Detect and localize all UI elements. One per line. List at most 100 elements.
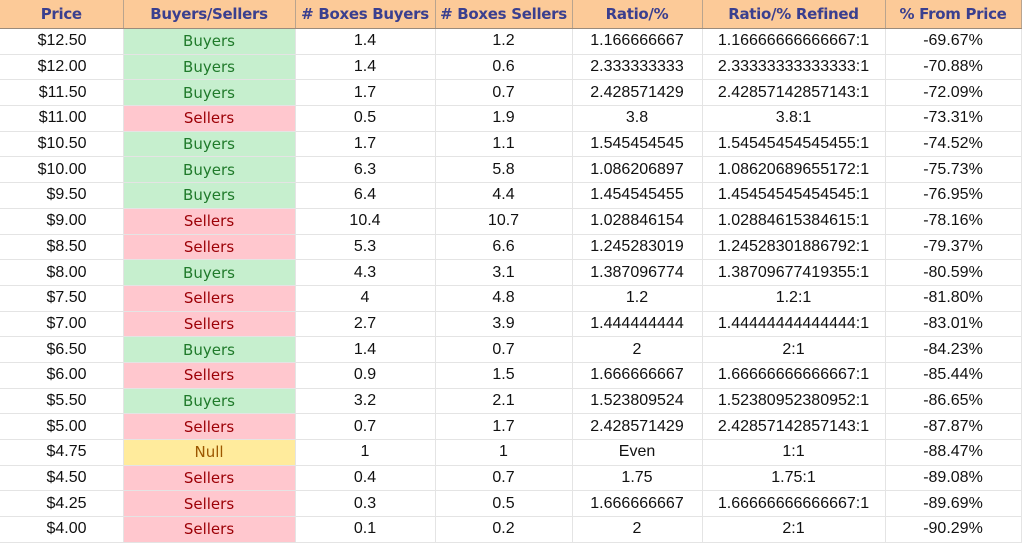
ratio-cell[interactable]: 2 [572, 336, 703, 363]
ratio-refined-cell[interactable]: 1.54545454545455:1 [702, 131, 886, 158]
ratio-refined-cell[interactable]: 1.08620689655172:1 [702, 156, 886, 184]
boxes-sellers-cell[interactable]: 1.2 [435, 28, 573, 55]
from-price-cell[interactable]: -89.08% [885, 465, 1022, 492]
boxes-sellers-cell[interactable]: 0.5 [435, 490, 573, 518]
boxes-sellers-cell[interactable]: 0.2 [435, 516, 573, 543]
from-price-cell[interactable]: -80.59% [885, 259, 1022, 286]
boxes-sellers-cell[interactable]: 2.1 [435, 388, 573, 415]
ratio-cell[interactable]: Even [572, 439, 703, 466]
price-cell[interactable]: $12.00 [0, 54, 124, 81]
from-price-cell[interactable]: -86.65% [885, 388, 1022, 415]
buyers-sellers-cell[interactable]: Sellers [123, 285, 296, 312]
from-price-cell[interactable]: -84.23% [885, 336, 1022, 363]
ratio-cell[interactable]: 2.333333333 [572, 54, 703, 81]
ratio-cell[interactable]: 1.086206897 [572, 156, 703, 184]
buyers-sellers-cell[interactable]: Sellers [123, 311, 296, 338]
boxes-sellers-cell[interactable]: 1.1 [435, 131, 573, 158]
boxes-sellers-cell[interactable]: 0.6 [435, 54, 573, 81]
boxes-buyers-cell[interactable]: 5.3 [295, 234, 436, 261]
price-cell[interactable]: $5.00 [0, 413, 124, 440]
ratio-refined-cell[interactable]: 1.52380952380952:1 [702, 388, 886, 415]
price-cell[interactable]: $7.50 [0, 285, 124, 312]
header-boxes-buyers[interactable]: # Boxes Buyers [295, 0, 436, 29]
boxes-sellers-cell[interactable]: 0.7 [435, 465, 573, 492]
boxes-sellers-cell[interactable]: 3.9 [435, 311, 573, 338]
from-price-cell[interactable]: -76.95% [885, 182, 1022, 209]
from-price-cell[interactable]: -78.16% [885, 208, 1022, 235]
boxes-buyers-cell[interactable]: 6.4 [295, 182, 436, 209]
header-buyers-sellers[interactable]: Buyers/Sellers [123, 0, 296, 29]
price-cell[interactable]: $10.50 [0, 131, 124, 158]
buyers-sellers-cell[interactable]: Sellers [123, 105, 296, 132]
price-cell[interactable]: $8.50 [0, 234, 124, 261]
from-price-cell[interactable]: -88.47% [885, 439, 1022, 466]
buyers-sellers-cell[interactable]: Buyers [123, 28, 296, 55]
from-price-cell[interactable]: -90.29% [885, 516, 1022, 543]
from-price-cell[interactable]: -87.87% [885, 413, 1022, 440]
boxes-buyers-cell[interactable]: 1 [295, 439, 436, 466]
ratio-cell[interactable]: 3.8 [572, 105, 703, 132]
boxes-sellers-cell[interactable]: 1.7 [435, 413, 573, 440]
buyers-sellers-cell[interactable]: Sellers [123, 465, 296, 492]
boxes-buyers-cell[interactable]: 0.3 [295, 490, 436, 518]
ratio-refined-cell[interactable]: 1.16666666666667:1 [702, 28, 886, 55]
boxes-buyers-cell[interactable]: 6.3 [295, 156, 436, 184]
buyers-sellers-cell[interactable]: Null [123, 439, 296, 466]
buyers-sellers-cell[interactable]: Buyers [123, 131, 296, 158]
price-cell[interactable]: $7.00 [0, 311, 124, 338]
ratio-cell[interactable]: 1.666666667 [572, 362, 703, 389]
ratio-refined-cell[interactable]: 1.02884615384615:1 [702, 208, 886, 235]
ratio-refined-cell[interactable]: 3.8:1 [702, 105, 886, 132]
buyers-sellers-cell[interactable]: Buyers [123, 388, 296, 415]
ratio-refined-cell[interactable]: 1.66666666666667:1 [702, 490, 886, 518]
buyers-sellers-cell[interactable]: Sellers [123, 516, 296, 543]
ratio-cell[interactable]: 2.428571429 [572, 413, 703, 440]
buyers-sellers-cell[interactable]: Buyers [123, 54, 296, 81]
buyers-sellers-cell[interactable]: Sellers [123, 490, 296, 518]
header-ratio[interactable]: Ratio/% [572, 0, 703, 29]
from-price-cell[interactable]: -85.44% [885, 362, 1022, 389]
ratio-refined-cell[interactable]: 1.66666666666667:1 [702, 362, 886, 389]
price-cell[interactable]: $4.75 [0, 439, 124, 466]
boxes-sellers-cell[interactable]: 3.1 [435, 259, 573, 286]
ratio-cell[interactable]: 1.454545455 [572, 182, 703, 209]
ratio-refined-cell[interactable]: 2.42857142857143:1 [702, 413, 886, 440]
price-cell[interactable]: $10.00 [0, 156, 124, 184]
from-price-cell[interactable]: -83.01% [885, 311, 1022, 338]
ratio-refined-cell[interactable]: 1.38709677419355:1 [702, 259, 886, 286]
price-cell[interactable]: $9.50 [0, 182, 124, 209]
ratio-refined-cell[interactable]: 1.44444444444444:1 [702, 311, 886, 338]
ratio-cell[interactable]: 2 [572, 516, 703, 543]
header-ratio-refined[interactable]: Ratio/% Refined [702, 0, 886, 29]
ratio-cell[interactable]: 1.666666667 [572, 490, 703, 518]
ratio-refined-cell[interactable]: 2:1 [702, 336, 886, 363]
ratio-refined-cell[interactable]: 2.42857142857143:1 [702, 79, 886, 107]
boxes-sellers-cell[interactable]: 5.8 [435, 156, 573, 184]
ratio-refined-cell[interactable]: 1.2:1 [702, 285, 886, 312]
price-cell[interactable]: $8.00 [0, 259, 124, 286]
from-price-cell[interactable]: -74.52% [885, 131, 1022, 158]
ratio-cell[interactable]: 1.444444444 [572, 311, 703, 338]
ratio-refined-cell[interactable]: 1.24528301886792:1 [702, 234, 886, 261]
boxes-sellers-cell[interactable]: 10.7 [435, 208, 573, 235]
boxes-buyers-cell[interactable]: 2.7 [295, 311, 436, 338]
from-price-cell[interactable]: -81.80% [885, 285, 1022, 312]
boxes-sellers-cell[interactable]: 1.9 [435, 105, 573, 132]
ratio-cell[interactable]: 1.2 [572, 285, 703, 312]
header-from-price[interactable]: % From Price [885, 0, 1022, 29]
buyers-sellers-cell[interactable]: Buyers [123, 259, 296, 286]
from-price-cell[interactable]: -75.73% [885, 156, 1022, 184]
buyers-sellers-cell[interactable]: Sellers [123, 234, 296, 261]
buyers-sellers-cell[interactable]: Buyers [123, 156, 296, 184]
buyers-sellers-cell[interactable]: Sellers [123, 208, 296, 235]
boxes-buyers-cell[interactable]: 4.3 [295, 259, 436, 286]
boxes-buyers-cell[interactable]: 0.5 [295, 105, 436, 132]
boxes-buyers-cell[interactable]: 1.7 [295, 79, 436, 107]
boxes-sellers-cell[interactable]: 0.7 [435, 336, 573, 363]
boxes-sellers-cell[interactable]: 1 [435, 439, 573, 466]
ratio-refined-cell[interactable]: 1.75:1 [702, 465, 886, 492]
buyers-sellers-cell[interactable]: Sellers [123, 362, 296, 389]
ratio-cell[interactable]: 1.75 [572, 465, 703, 492]
boxes-sellers-cell[interactable]: 6.6 [435, 234, 573, 261]
price-cell[interactable]: $4.50 [0, 465, 124, 492]
